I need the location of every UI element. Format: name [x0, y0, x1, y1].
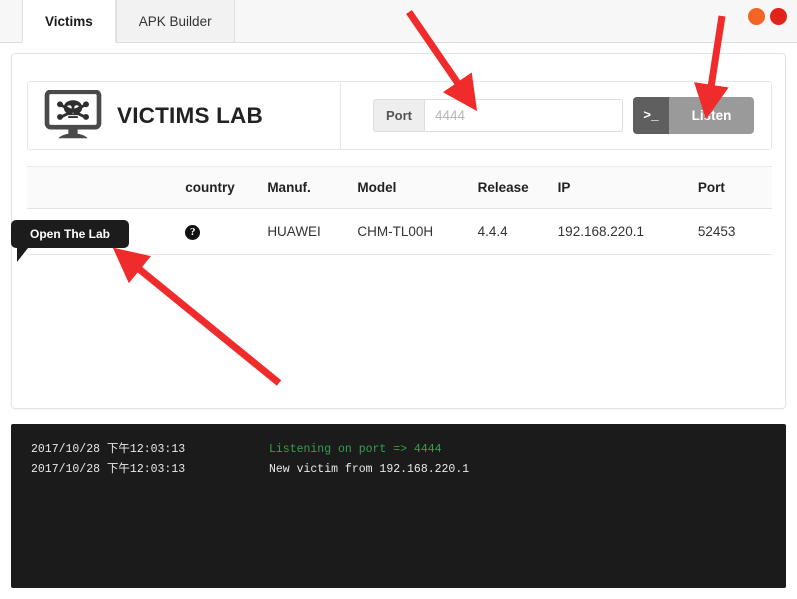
listen-button[interactable]: >_ Listen — [633, 97, 754, 134]
th-release: Release — [471, 166, 552, 209]
tab-bar: Victims APK Builder — [0, 0, 797, 43]
terminal-icon: >_ — [633, 97, 669, 134]
log-message: New victim from 192.168.220.1 — [269, 463, 470, 476]
port-input[interactable] — [424, 99, 623, 132]
port-control-group: Port >_ Listen — [341, 82, 771, 149]
tab-apk-builder[interactable]: APK Builder — [115, 0, 235, 42]
th-country: country — [179, 166, 262, 209]
cell-release: 4.4.4 — [471, 208, 552, 255]
cell-model: CHM-TL00H — [351, 208, 472, 255]
minimize-dot[interactable] — [748, 8, 765, 25]
brand-cell: VICTIMS LAB — [28, 82, 341, 149]
table-row[interactable]: ? HUAWEI CHM-TL00H 4.4.4 192.168.220.1 5… — [27, 208, 772, 255]
tab-apk-builder-label: APK Builder — [138, 13, 212, 29]
cell-ip: 192.168.220.1 — [551, 208, 692, 255]
log-line: 2017/10/28 下午12:03:13 Listening on port … — [11, 440, 786, 460]
cell-country: ? — [179, 208, 262, 255]
close-dot[interactable] — [770, 8, 787, 25]
th-model: Model — [351, 166, 472, 209]
log-console[interactable]: 2017/10/28 下午12:03:13 Listening on port … — [11, 424, 786, 588]
log-line: 2017/10/28 下午12:03:13 New victim from 19… — [11, 460, 786, 480]
window-controls — [748, 8, 787, 25]
open-the-lab-button[interactable]: Open The Lab — [11, 220, 130, 262]
log-message: Listening on port => 4444 — [269, 443, 442, 456]
table-header-row: country Manuf. Model Release IP Port — [27, 166, 772, 209]
cell-port: 52453 — [691, 208, 772, 255]
cell-manuf: HUAWEI — [261, 208, 352, 255]
th-action — [27, 166, 180, 209]
open-the-lab-label: Open The Lab — [30, 227, 111, 241]
table-header: country Manuf. Model Release IP Port — [27, 166, 772, 209]
log-timestamp: 2017/10/28 下午12:03:13 — [31, 463, 186, 476]
tab-victims-label: Victims — [45, 13, 93, 29]
app-window: Victims APK Builder VICTIMS LAB Port 444… — [0, 0, 797, 599]
tab-victims[interactable]: Victims — [22, 0, 116, 43]
open-the-lab-tooltip-wrap: Open The Lab — [11, 220, 130, 262]
monitor-skull-icon — [44, 89, 102, 138]
th-port: Port — [691, 166, 772, 209]
tooltip-tail-icon — [17, 248, 28, 262]
th-manuf: Manuf. — [261, 166, 352, 209]
log-timestamp: 2017/10/28 下午12:03:13 — [31, 443, 186, 456]
th-ip: IP — [551, 166, 692, 209]
page-title: VICTIMS LAB — [117, 102, 263, 128]
table-body: ? HUAWEI CHM-TL00H 4.4.4 192.168.220.1 5… — [27, 208, 772, 255]
port-label: Port — [373, 99, 424, 132]
listen-button-label: Listen — [691, 108, 732, 123]
lab-header-panel: VICTIMS LAB Port >_ Listen — [27, 81, 772, 150]
unknown-country-icon[interactable]: ? — [185, 225, 201, 240]
port-input-group: Port — [373, 99, 623, 132]
victims-table: country Manuf. Model Release IP Port ? H… — [27, 166, 772, 255]
